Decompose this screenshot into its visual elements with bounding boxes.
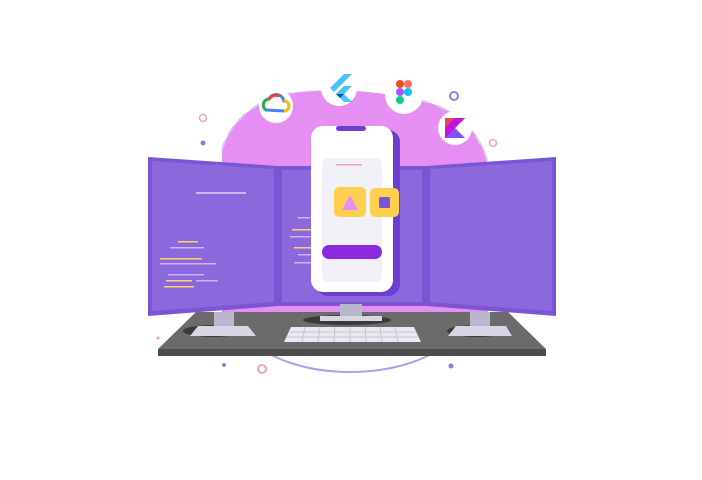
decor-dot — [156, 336, 160, 340]
decor-dot — [200, 140, 206, 146]
flutter-icon — [321, 70, 357, 106]
square-tile — [370, 188, 399, 217]
dev-setup-illustration — [148, 70, 556, 374]
decor-dot — [488, 138, 498, 148]
figma-icon — [385, 76, 423, 114]
decor-dot — [448, 363, 454, 369]
decor-dot — [257, 364, 267, 374]
illustration-stage — [0, 0, 702, 480]
keyboard — [284, 326, 421, 343]
decor-dot — [198, 113, 208, 123]
decor-dot — [449, 91, 459, 101]
kotlin-icon — [438, 111, 472, 145]
decor-dot — [222, 363, 226, 367]
triangle-tile — [334, 187, 366, 217]
google-cloud-icon — [259, 89, 293, 123]
phone-cta-bar — [322, 245, 382, 259]
